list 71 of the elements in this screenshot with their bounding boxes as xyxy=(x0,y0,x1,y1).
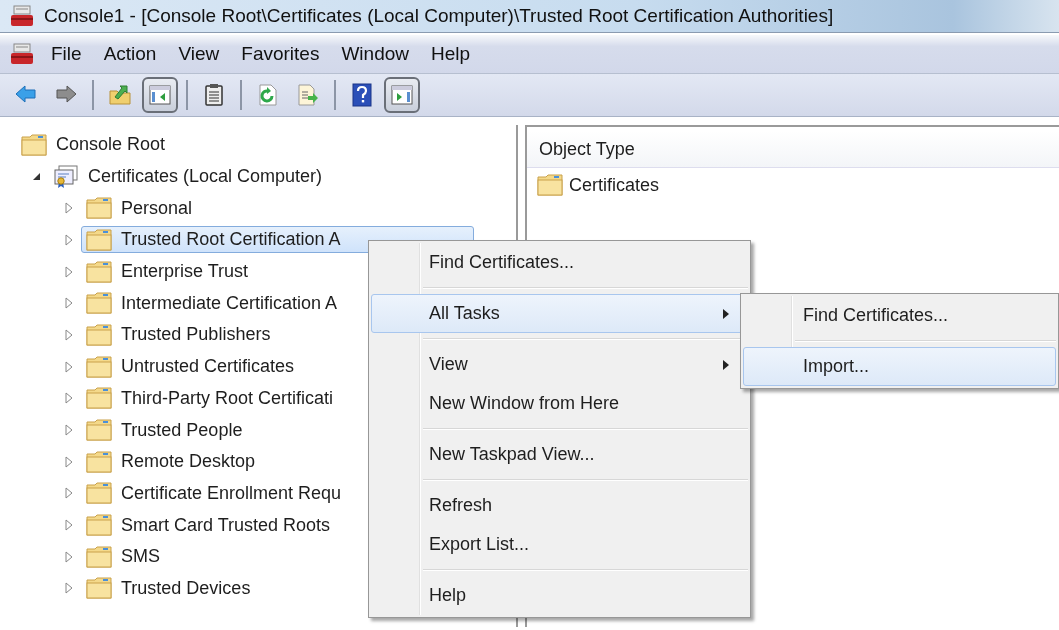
collapsed-triangle-icon[interactable] xyxy=(63,518,75,533)
collapsed-triangle-icon[interactable] xyxy=(63,232,75,247)
tree-item[interactable]: Trusted Devices xyxy=(81,574,256,602)
window-title: Console1 - [Console Root\Certificates (Local Computer)\Trusted Root Certification Authorities] xyxy=(44,5,834,27)
menu-item[interactable]: Import... xyxy=(743,347,1056,386)
collapsed-triangle-icon[interactable] xyxy=(63,549,75,564)
tree-item[interactable]: Intermediate Certification A xyxy=(81,289,343,317)
folder-icon xyxy=(86,577,112,600)
tree-item[interactable]: Smart Card Trusted Roots xyxy=(81,511,336,539)
tree-item[interactable]: Enterprise Trust xyxy=(81,258,254,286)
folder-icon xyxy=(86,355,112,378)
collapsed-triangle-icon[interactable] xyxy=(63,359,75,374)
folder-icon xyxy=(86,514,112,537)
collapsed-triangle-icon[interactable] xyxy=(63,423,75,438)
tree-item[interactable]: Third-Party Root Certificati xyxy=(81,384,339,412)
folder-icon xyxy=(86,292,112,315)
menu-item[interactable]: New Taskpad View... xyxy=(371,435,748,474)
menu-item[interactable]: Favorites xyxy=(230,43,331,65)
column-header[interactable]: Object Type xyxy=(539,138,635,160)
tree-item[interactable]: Trusted People xyxy=(81,416,248,444)
collapsed-triangle-icon[interactable] xyxy=(63,264,75,279)
tree-item[interactable]: Trusted Publishers xyxy=(81,321,276,349)
toolbox-icon xyxy=(10,43,34,65)
clipboard-icon xyxy=(202,83,226,107)
action-pane-icon xyxy=(390,83,414,107)
folder-icon xyxy=(86,419,112,442)
folder-icon xyxy=(21,133,47,156)
tree-item[interactable]: Untrusted Certificates xyxy=(81,353,300,381)
collapsed-triangle-icon[interactable] xyxy=(63,201,75,216)
collapsed-triangle-icon[interactable] xyxy=(63,581,75,596)
menu-item[interactable]: New Window from Here xyxy=(371,384,748,423)
menu-item[interactable]: View xyxy=(167,43,231,65)
refresh-icon xyxy=(256,83,280,107)
folder-icon xyxy=(86,545,112,568)
collapsed-triangle-icon[interactable] xyxy=(63,486,75,501)
tree-item[interactable]: Remote Desktop xyxy=(81,448,261,476)
submenu-arrow-icon xyxy=(723,359,729,370)
submenu-arrow-icon xyxy=(723,308,729,319)
collapsed-triangle-icon[interactable] xyxy=(63,391,75,406)
menu-item[interactable]: Window xyxy=(330,43,420,65)
collapsed-triangle-icon[interactable] xyxy=(63,327,75,342)
toolbox-icon xyxy=(10,5,34,27)
folder-icon xyxy=(86,260,112,283)
collapsed-triangle-icon[interactable] xyxy=(63,296,75,311)
tree-item[interactable]: SMS xyxy=(81,543,165,571)
tree-item[interactable]: Certificates (Local Computer) xyxy=(48,163,328,191)
help-icon xyxy=(350,83,374,107)
tree-item[interactable]: Personal xyxy=(81,194,198,222)
tree-pane-icon xyxy=(148,83,172,107)
menu-item[interactable]: File xyxy=(40,43,93,65)
folder-icon xyxy=(537,174,563,196)
folder-icon xyxy=(86,387,112,410)
list-item[interactable]: Certificates xyxy=(569,174,660,196)
menu-item[interactable]: Action xyxy=(92,43,168,65)
folder-up-icon xyxy=(108,83,132,107)
certificate-icon xyxy=(53,164,79,189)
menu-item[interactable]: Help xyxy=(371,576,748,615)
collapsed-triangle-icon[interactable] xyxy=(63,454,75,469)
tree-item[interactable]: Certificate Enrollment Requ xyxy=(81,479,347,507)
folder-icon xyxy=(86,450,112,473)
menu-item[interactable]: Help xyxy=(420,43,482,65)
folder-icon xyxy=(86,323,112,346)
menu-item[interactable]: Refresh xyxy=(371,486,748,525)
folder-icon xyxy=(86,228,112,251)
tree-item[interactable]: Console Root xyxy=(16,131,171,159)
toolbar-button[interactable] xyxy=(142,77,178,113)
folder-icon xyxy=(86,482,112,505)
toolbar-button[interactable] xyxy=(384,77,420,113)
export-list-icon xyxy=(296,83,320,107)
menu-item[interactable]: Export List... xyxy=(371,525,748,564)
folder-icon xyxy=(86,197,112,220)
